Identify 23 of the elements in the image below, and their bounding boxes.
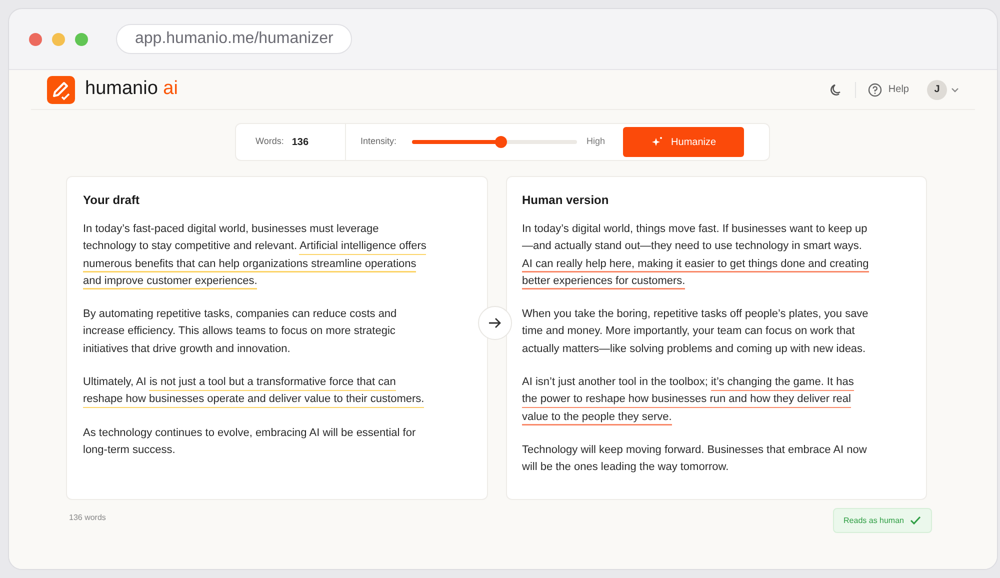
status-badge: Reads as human xyxy=(832,508,932,533)
word-count: 136 words xyxy=(69,512,106,524)
humanize-button[interactable]: Humanize xyxy=(623,127,744,157)
paragraph: Technology will keep moving forward. Businesses that embrace AI now will be the ones leading the way tomorrow. xyxy=(522,442,868,476)
panel-title: Your draft xyxy=(83,192,140,209)
address-bar[interactable]: app.humanio.me/humanizer xyxy=(116,24,352,54)
intensity-max-label: High xyxy=(586,135,606,148)
brand-name: humanio ai xyxy=(85,77,178,102)
logo-icon xyxy=(47,76,75,104)
words-count: 136 xyxy=(292,136,309,150)
paragraph: In today’s digital world, things move fast. If businesses want to keep up—and actually stand out—they need to use technology in smart ways. AI can really help here, making it easier to get things done and creating better experiences for customers. xyxy=(522,221,870,290)
paragraph: By automating repetitive tasks, companies can reduce costs and increase efficiency. This allows teams to focus on more strategic initiatives that drive growth and innovation. xyxy=(83,307,398,357)
arrow-right-icon xyxy=(488,317,502,329)
panel-title: Human version xyxy=(522,192,610,209)
help-button[interactable]: Help xyxy=(868,82,909,97)
help-icon xyxy=(868,82,882,96)
slider-thumb[interactable] xyxy=(494,136,507,148)
chevron-down-icon xyxy=(951,86,959,92)
paragraph: When you take the boring, repetitive tasks off people’s plates, you save time and money. More importantly, your team can focus on work that actually matters—like solving problems and coming up with new ideas. xyxy=(522,307,870,357)
intensity-label: Intensity: xyxy=(360,135,397,148)
paragraph: As technology continues to evolve, embracing AI will be essential for long-term success. xyxy=(83,426,417,458)
sparkle-icon xyxy=(651,136,664,148)
words-label: Words: xyxy=(256,135,284,148)
